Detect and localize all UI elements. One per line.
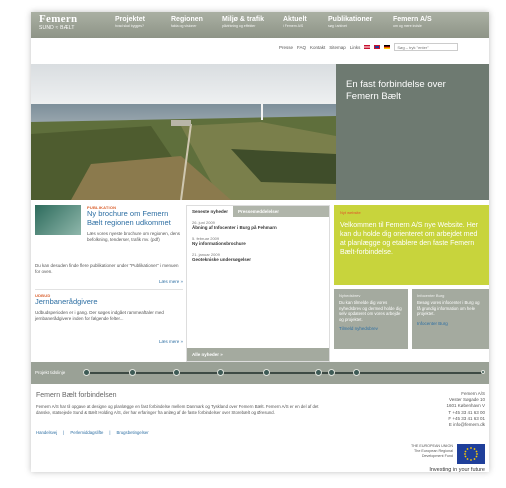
timeline-marker[interactable]: [263, 369, 270, 376]
publication-title[interactable]: Ny brochure om Femern Bælt regionen udko…: [87, 209, 183, 227]
footer-separator: |: [63, 430, 65, 435]
publication-body: Du kan desuden finde flere publikationer…: [35, 263, 179, 274]
timeline-marker[interactable]: [217, 369, 224, 376]
hero-panel: En fast forbindelse over Femern Bælt: [336, 64, 489, 200]
search-input[interactable]: [394, 43, 459, 51]
hero-banner: En fast forbindelse over Femern Bælt: [31, 64, 489, 200]
eu-slogan: Investing in your future: [429, 467, 485, 473]
nav-item-title: Projektet: [115, 16, 145, 23]
timeline-end-marker[interactable]: [481, 370, 485, 374]
footer-links: Handelsvej | Perlemiddagslifte | Brugsbe…: [36, 430, 149, 435]
util-link-links[interactable]: Links: [350, 45, 361, 50]
nav-item-projektet[interactable]: Projektet hvad skal bygges?: [115, 16, 145, 29]
news-headline: Ny informationsbrochure: [192, 241, 246, 246]
nav-item-publikationer[interactable]: Publikationer søg i arkivet: [328, 16, 372, 29]
news-headline: Geotekniske undersøgelser: [192, 257, 252, 262]
news-panel: Seneste nyheder Pressemeddelelser 26. ju…: [186, 205, 330, 362]
nav-item-subtitle: om og mere indsle: [393, 24, 422, 28]
address-line[interactable]: E info@femern.dk: [446, 422, 485, 428]
nav-item-femern-as[interactable]: Femern A/S om og mere indsle: [393, 16, 432, 29]
tab-latest-news[interactable]: Seneste nyheder: [187, 206, 234, 217]
timeline-marker[interactable]: [353, 369, 360, 376]
welcome-box: Nyt website Velkommen til Femern A/S nye…: [334, 205, 489, 285]
brochure-thumbnail[interactable]: [35, 205, 81, 235]
timeline-marker[interactable]: [315, 369, 322, 376]
nav-item-subtitle: påvirkning og effekter: [222, 24, 256, 28]
address-line: T +45 33 41 63 00: [448, 409, 485, 415]
footer-link[interactable]: Handelsvej: [36, 430, 57, 435]
nav-item-title: Femern A/S: [393, 16, 432, 23]
news-headline: Åbning af Infocenter i Burg på Fehmarn: [192, 225, 277, 230]
address-line: 1601 København V: [446, 403, 485, 409]
footer-text: Femern A/S har til opgave at designe og …: [36, 404, 319, 415]
project-timeline: Projekt tidslinje: [31, 362, 489, 384]
timeline-marker[interactable]: [83, 369, 90, 376]
nav-item-title: Regionen: [171, 16, 203, 23]
logo-subtitle: SUND ≈ BÆLT: [39, 25, 75, 31]
danish-flag-icon[interactable]: [364, 45, 371, 49]
timeline-marker[interactable]: [328, 369, 335, 376]
footer-title: Femern Bælt forbindelsen: [36, 392, 117, 399]
german-flag-icon[interactable]: [384, 45, 391, 49]
nav-item-aktuelt[interactable]: Aktuelt i Femern A/S: [283, 16, 307, 29]
left-column: PUBLIKATION Ny brochure om Femern Bælt r…: [35, 205, 183, 349]
publication-teaser: Læs vores nyeste brochure om regionen, d…: [87, 231, 181, 242]
footer-separator: |: [109, 430, 111, 435]
hero-landscape-image: [31, 64, 336, 200]
welcome-label: Nyt website: [340, 210, 361, 215]
footer-address: Femern A/S Vester Søgade 10 1601 Københa…: [446, 391, 485, 428]
timeline-label: Projekt tidslinje: [35, 370, 66, 375]
footer: Femern Bælt forbindelsen Femern A/S har …: [31, 388, 489, 473]
timeline-marker[interactable]: [129, 369, 136, 376]
tab-press-releases[interactable]: Pressemeddelelser: [233, 206, 329, 217]
footer-link[interactable]: Brugsbetingelser: [116, 430, 148, 435]
hero-title: En fast forbindelse over Femern Bælt: [346, 79, 446, 102]
logo-title: Femern: [39, 13, 78, 25]
nav-item-miljo-trafik[interactable]: Miljø & trafik påvirkning og effekter: [222, 16, 264, 29]
footer-link[interactable]: Perlemiddagslifte: [70, 430, 103, 435]
nav-item-title: Miljø & trafik: [222, 16, 265, 23]
nav-item-title: Aktuelt: [283, 16, 307, 23]
util-link-faq[interactable]: FAQ: [297, 45, 306, 50]
util-link-kontakt[interactable]: Kontakt: [310, 45, 325, 50]
english-flag-icon[interactable]: [374, 45, 381, 49]
all-news-link[interactable]: Alle nyheder »: [187, 348, 329, 361]
news-item[interactable]: 21. januar 2009 Geotekniske undersøgelse…: [187, 249, 329, 265]
infocenter-link[interactable]: Infocenter Burg: [417, 321, 484, 326]
eu-funding-block: THE EUROPEAN UNION The European Regional…: [411, 444, 485, 464]
timeline-marker[interactable]: [173, 369, 180, 376]
newsletter-text: Du kan tilmelde dig vores nyhedsbrev og …: [339, 300, 402, 322]
newsletter-signup-link[interactable]: Tilmeld nyhedsbrev: [339, 326, 403, 331]
newsletter-box: Nyhedsbrev Du kan tilmelde dig vores nyh…: [334, 289, 408, 349]
femern-logo[interactable]: Femern SUND ≈ BÆLT: [39, 14, 105, 32]
util-link-presse[interactable]: Presse: [279, 45, 293, 50]
nav-item-subtitle: fakta og visioner: [171, 24, 197, 28]
nav-item-subtitle: søg i arkivet: [328, 24, 347, 28]
newsletter-label: Nyhedsbrev: [339, 293, 361, 298]
infocenter-label: Infocenter Burg: [417, 293, 445, 298]
infocenter-box: Infocenter Burg Besøg vores infocenter i…: [412, 289, 489, 349]
infocenter-text: Besøg vores infocenter i Burg og få grun…: [417, 300, 480, 317]
eu-line: Development Fund: [421, 454, 453, 458]
udbud-more-link[interactable]: Læs mere »: [159, 339, 183, 344]
nav-item-subtitle: i Femern A/S: [283, 24, 304, 28]
udbud-text: Udbudsperioden er i gang. Der søges indg…: [35, 309, 164, 321]
news-item[interactable]: 5. februar 2009 Ny informationsbrochure: [187, 233, 329, 249]
utility-bar: Presse FAQ Kontakt Sitemap Links: [279, 42, 459, 52]
nav-item-regionen[interactable]: Regionen fakta og visioner: [171, 16, 203, 29]
timeline-track: [83, 372, 483, 374]
nav-item-subtitle: hvad skal bygges?: [115, 24, 144, 28]
page: Femern SUND ≈ BÆLT Projektet hvad skal b…: [31, 12, 489, 473]
welcome-text: Velkommen til Femern A/S nye Website. He…: [340, 222, 478, 256]
nav-item-title: Publikationer: [328, 16, 373, 23]
eu-flag-icon: [457, 444, 485, 464]
main-navigation: Femern SUND ≈ BÆLT Projektet hvad skal b…: [31, 12, 489, 38]
util-link-sitemap[interactable]: Sitemap: [329, 45, 346, 50]
udbud-title[interactable]: Jernbanerådgivere: [35, 297, 183, 307]
publication-more-link[interactable]: Læs mere »: [159, 279, 183, 284]
news-item[interactable]: 26. juni 2009 Åbning af Infocenter i Bur…: [187, 217, 329, 233]
